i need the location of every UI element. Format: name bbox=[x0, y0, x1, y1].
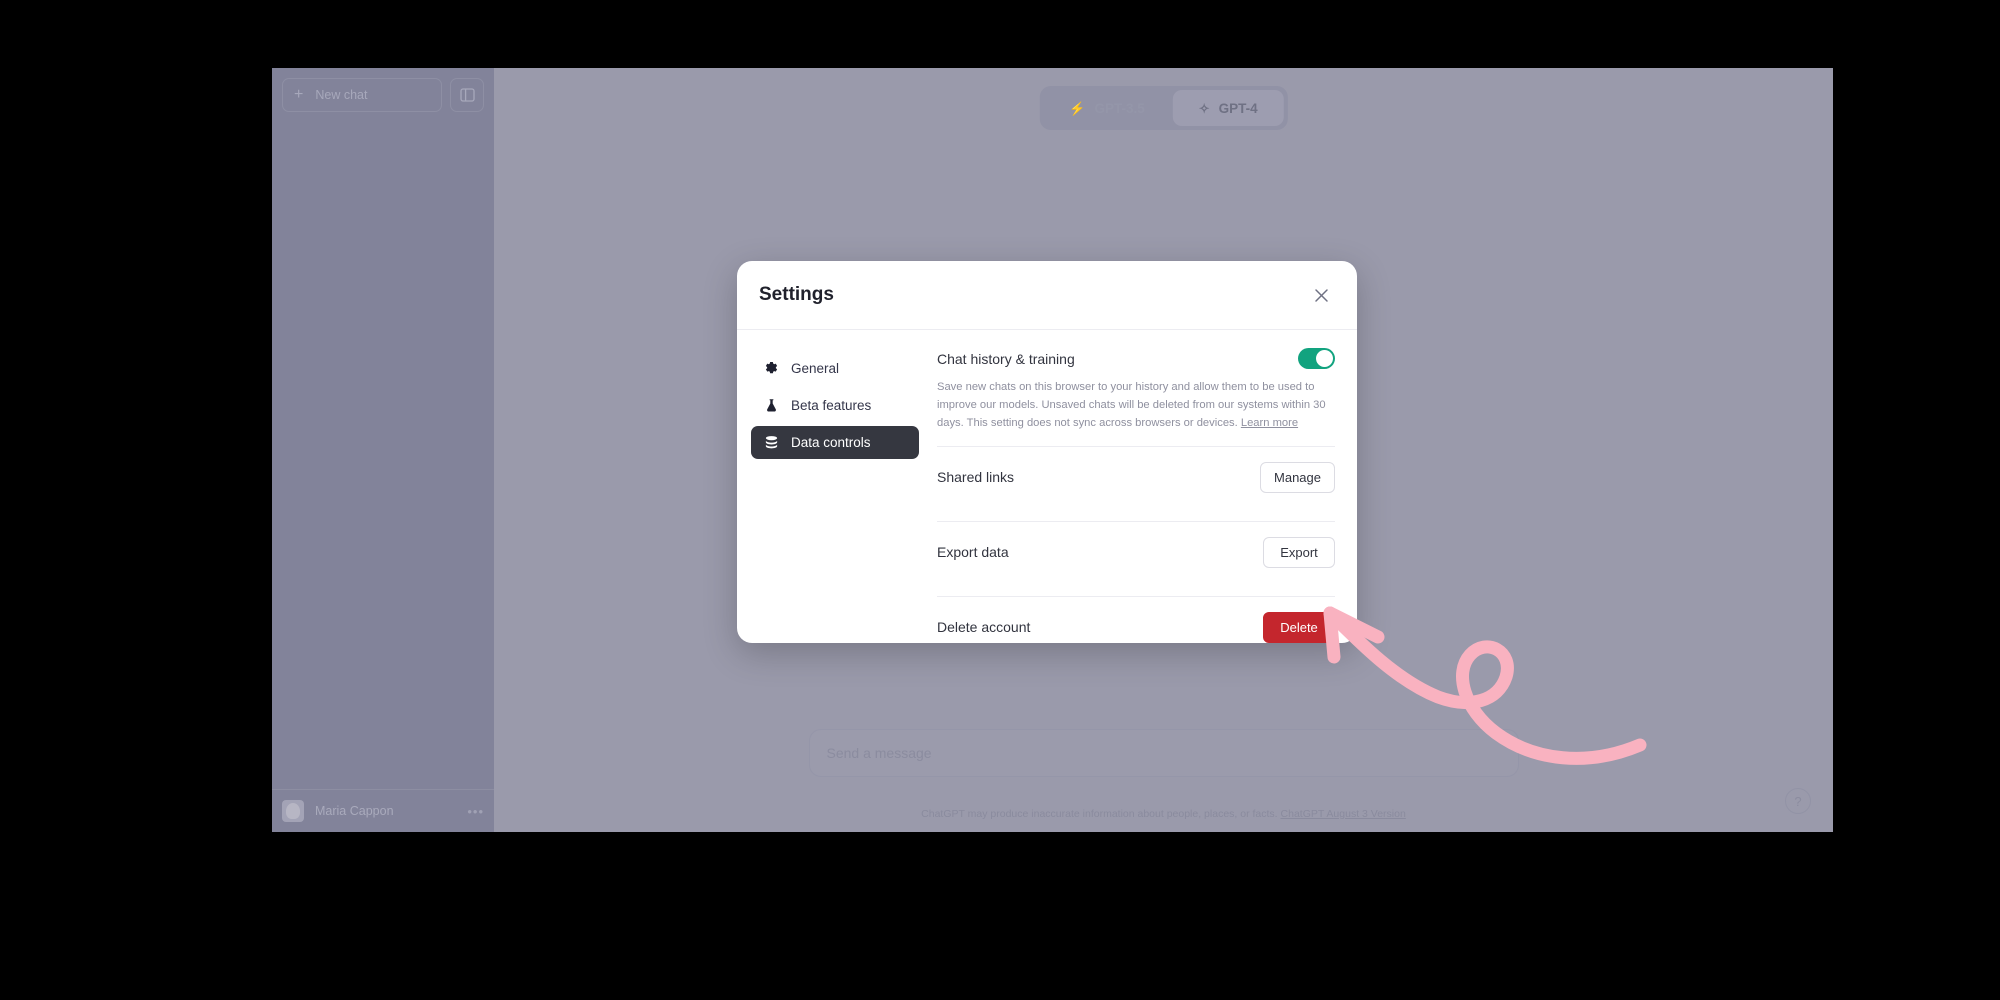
sidebar-item-general[interactable]: General bbox=[751, 352, 919, 385]
export-data-label: Export data bbox=[937, 544, 1009, 561]
chat-history-description: Save new chats on this browser to your h… bbox=[937, 378, 1335, 432]
database-icon bbox=[763, 435, 779, 450]
settings-modal: Settings General Beta features Data cont… bbox=[737, 261, 1357, 643]
close-icon bbox=[1314, 288, 1328, 302]
chat-history-row: Chat history & training bbox=[937, 348, 1335, 369]
learn-more-link[interactable]: Learn more bbox=[1241, 417, 1298, 429]
delete-account-label: Delete account bbox=[937, 619, 1031, 636]
sidebar-item-beta-features[interactable]: Beta features bbox=[751, 389, 919, 422]
close-button[interactable] bbox=[1307, 281, 1335, 309]
delete-button[interactable]: Delete bbox=[1263, 611, 1335, 643]
screenshot-stage: + New chat Maria Cappon ••• ⚡ GPT-3.5 ✧ … bbox=[0, 0, 2000, 1000]
modal-header: Settings bbox=[737, 261, 1357, 330]
chat-history-title: Chat history & training bbox=[937, 350, 1075, 367]
shared-links-label: Shared links bbox=[937, 469, 1015, 486]
data-controls-panel: Chat history & training Save new chats o… bbox=[919, 346, 1335, 643]
sidebar-item-data-controls-label: Data controls bbox=[791, 435, 871, 450]
sidebar-item-general-label: General bbox=[791, 361, 840, 376]
sidebar-item-beta-features-label: Beta features bbox=[791, 398, 872, 413]
flask-icon bbox=[763, 398, 779, 413]
export-data-row: Export data Export bbox=[937, 522, 1335, 582]
delete-account-row: Delete account Delete bbox=[937, 597, 1335, 643]
manage-button[interactable]: Manage bbox=[1260, 461, 1335, 493]
toggle-knob bbox=[1316, 350, 1333, 367]
modal-body: General Beta features Data controls Chat… bbox=[737, 330, 1357, 643]
settings-nav: General Beta features Data controls bbox=[751, 346, 919, 643]
chat-history-toggle[interactable] bbox=[1298, 348, 1335, 369]
shared-links-row: Shared links Manage bbox=[937, 447, 1335, 507]
export-button[interactable]: Export bbox=[1263, 536, 1335, 568]
gear-icon bbox=[763, 361, 779, 376]
sidebar-item-data-controls[interactable]: Data controls bbox=[751, 426, 919, 459]
page-title: Settings bbox=[759, 284, 834, 305]
